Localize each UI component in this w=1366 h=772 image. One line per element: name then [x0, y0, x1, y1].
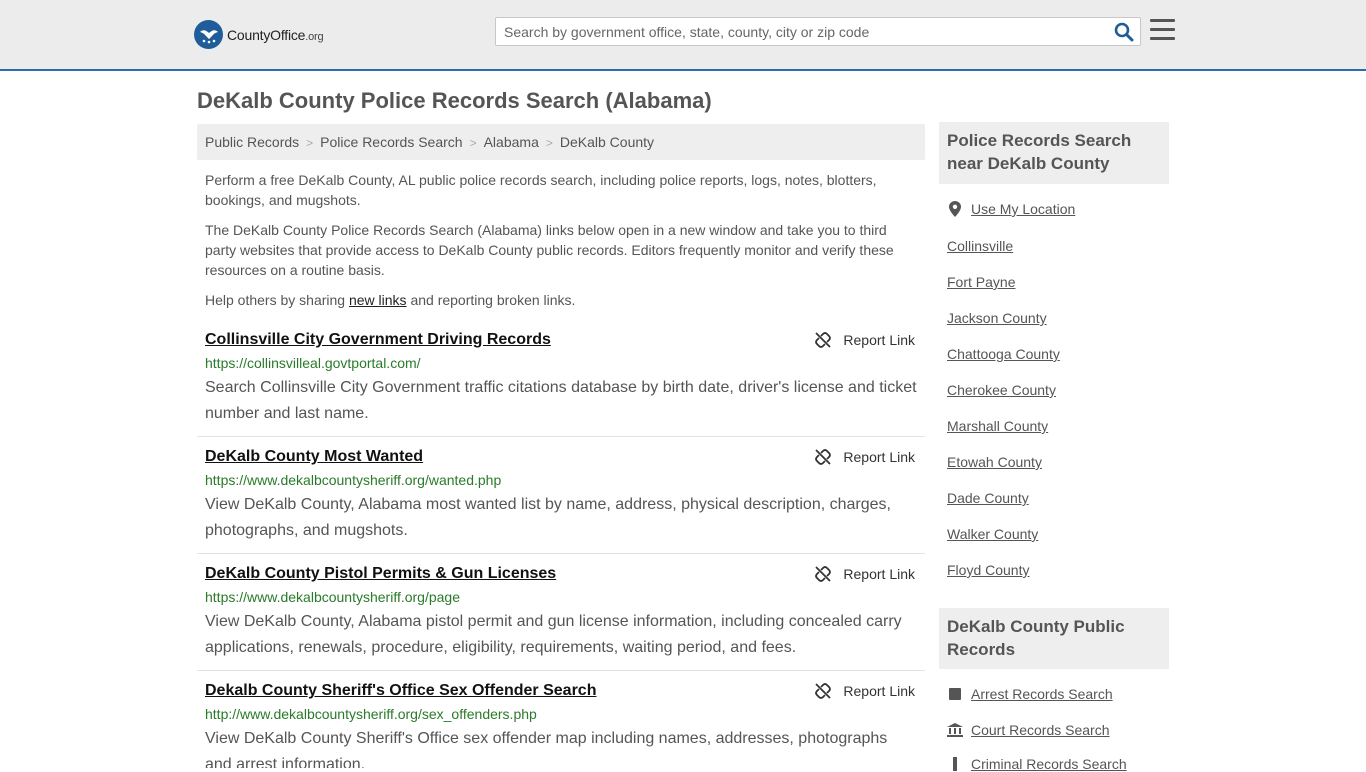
search-input[interactable]: [496, 18, 1106, 45]
sidebar-nearby-link[interactable]: Marshall County: [947, 418, 1048, 434]
site-logo[interactable]: CountyOffice.org: [194, 20, 324, 49]
breadcrumb-separator: >: [306, 136, 314, 150]
breadcrumb-separator: >: [469, 136, 477, 150]
report-link-label: Report Link: [843, 332, 915, 348]
sidebar-nearby-link[interactable]: Cherokee County: [947, 382, 1056, 398]
report-link-button[interactable]: Report Link: [815, 683, 915, 699]
breadcrumb-dekalb-county[interactable]: DeKalb County: [560, 134, 654, 150]
breadcrumb: Public Records > Police Records Search > Ala…: [197, 124, 925, 160]
arrest-records-link[interactable]: Arrest Records Search: [947, 686, 1113, 702]
result-description: Search Collinsville City Government traf…: [205, 379, 917, 422]
intro-share: Help others by sharing new links and rep…: [205, 292, 576, 308]
map-pin-icon: [947, 201, 963, 217]
broken-link-icon: [815, 332, 832, 348]
top-header: CountyOffice.org: [0, 0, 1366, 71]
result-title-link[interactable]: Collinsville City Government Driving Rec…: [205, 328, 551, 352]
broken-link-icon: [815, 449, 832, 465]
result-title-link[interactable]: DeKalb County Most Wanted: [205, 445, 423, 469]
intro-disclaimer: The DeKalb County Police Records Search …: [205, 222, 894, 278]
report-link-button[interactable]: Report Link: [815, 449, 915, 465]
search-icon[interactable]: [1114, 22, 1134, 42]
report-link-button[interactable]: Report Link: [815, 566, 915, 582]
result-url: http://www.dekalbcountysheriff.org/sex_o…: [205, 706, 537, 722]
criminal-records-link[interactable]: Criminal Records Search: [947, 756, 1127, 772]
result-url: https://www.dekalbcountysheriff.org/page: [205, 589, 461, 605]
breadcrumb-public-records[interactable]: Public Records: [205, 134, 299, 150]
result-url: https://www.dekalbcountysheriff.org/want…: [205, 472, 502, 488]
report-link-button[interactable]: Report Link: [815, 332, 915, 348]
sidebar-nearby-link[interactable]: Dade County: [947, 490, 1029, 506]
broken-link-icon: [815, 566, 832, 582]
result-item: DeKalb County Most Wanted Report Link ht…: [197, 445, 925, 554]
new-links-link[interactable]: new links: [349, 292, 407, 308]
sidebar-nearby-link[interactable]: Fort Payne: [947, 274, 1015, 290]
result-item: Collinsville City Government Driving Rec…: [197, 328, 925, 437]
page-title: DeKalb County Police Records Search (Ala…: [197, 88, 712, 113]
broken-link-icon: [815, 683, 832, 699]
logo-text: CountyOffice.org: [227, 26, 324, 43]
intro-paragraph: Perform a free DeKalb County, AL public …: [205, 172, 877, 208]
report-link-label: Report Link: [843, 449, 915, 465]
sidebar-public-records-title: DeKalb County Public Records: [939, 608, 1169, 669]
result-url: https://collinsvilleal.govtportal.com/: [205, 355, 421, 371]
report-link-label: Report Link: [843, 683, 915, 699]
report-link-label: Report Link: [843, 566, 915, 582]
handcuffs-icon: [947, 757, 963, 771]
search-box: [495, 17, 1141, 46]
result-item: DeKalb County Pistol Permits & Gun Licen…: [197, 562, 925, 671]
breadcrumb-police-records-search[interactable]: Police Records Search: [320, 134, 462, 150]
result-description: View DeKalb County, Alabama pistol permi…: [205, 613, 902, 656]
square-icon: [947, 687, 963, 701]
breadcrumb-separator: >: [545, 136, 553, 150]
courthouse-icon: [947, 723, 963, 737]
sidebar-nearby-link[interactable]: Walker County: [947, 526, 1038, 542]
sidebar-nearby-title: Police Records Search near DeKalb County: [939, 122, 1169, 184]
sidebar-nearby-link[interactable]: Collinsville: [947, 238, 1013, 254]
hamburger-menu-icon[interactable]: [1150, 19, 1175, 41]
sidebar-nearby-link[interactable]: Chattooga County: [947, 346, 1060, 362]
sidebar-nearby-link[interactable]: Floyd County: [947, 562, 1029, 578]
result-item: Dekalb County Sheriff's Office Sex Offen…: [197, 679, 925, 768]
result-title-link[interactable]: DeKalb County Pistol Permits & Gun Licen…: [205, 562, 556, 586]
result-description: View DeKalb County, Alabama most wanted …: [205, 496, 891, 539]
court-records-link[interactable]: Court Records Search: [947, 722, 1110, 738]
sidebar-nearby-link[interactable]: Etowah County: [947, 454, 1042, 470]
use-my-location-link[interactable]: Use My Location: [947, 201, 1075, 217]
result-description: View DeKalb County Sheriff's Office sex …: [205, 730, 888, 768]
eagle-logo-icon: [194, 20, 223, 49]
result-title-link[interactable]: Dekalb County Sheriff's Office Sex Offen…: [205, 679, 596, 703]
sidebar-nearby-link[interactable]: Jackson County: [947, 310, 1047, 326]
breadcrumb-alabama[interactable]: Alabama: [484, 134, 539, 150]
